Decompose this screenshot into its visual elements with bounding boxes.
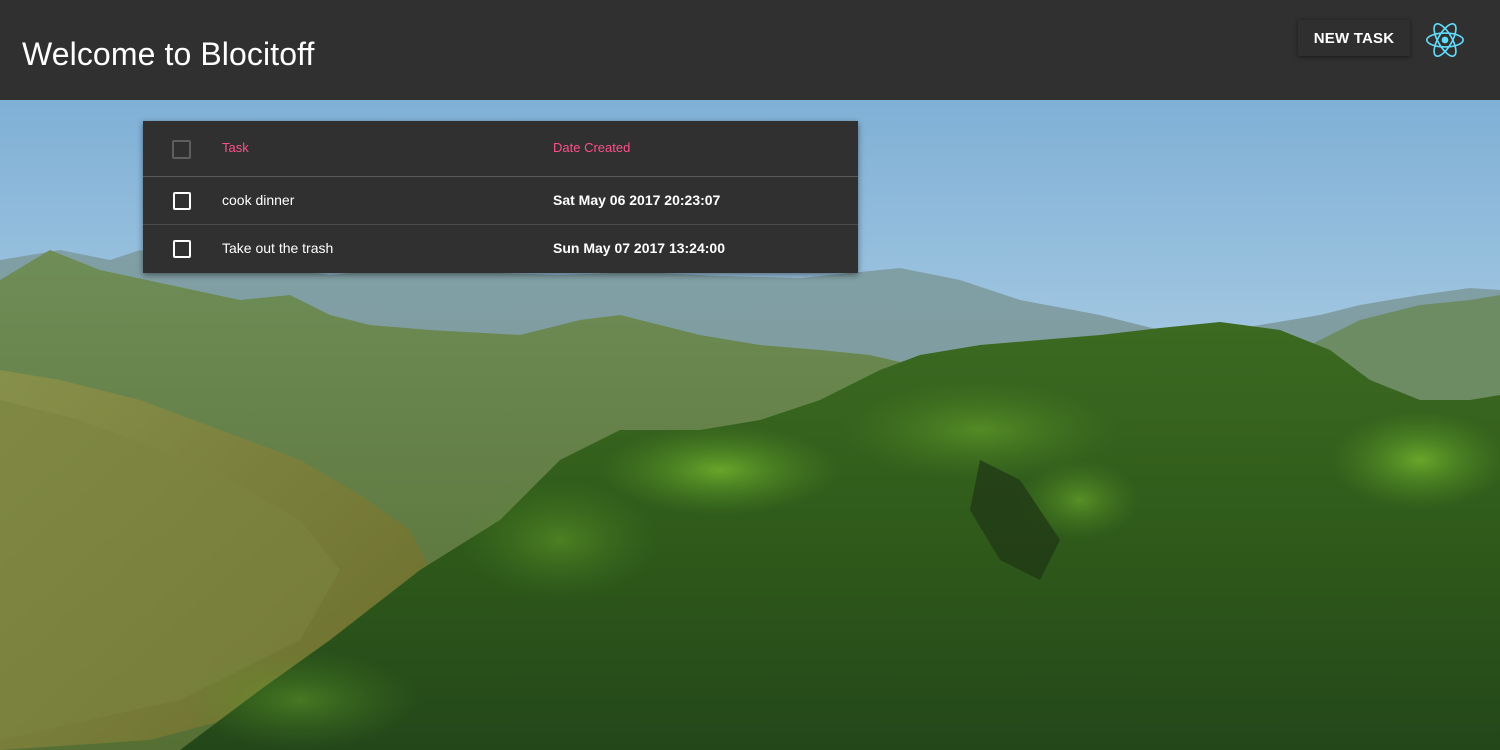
column-header-task[interactable]: Task (222, 140, 249, 155)
row-checkbox[interactable] (173, 192, 191, 210)
table-header-row: Task Date Created (143, 121, 858, 177)
table-row[interactable]: Take out the trash Sun May 07 2017 13:24… (143, 225, 858, 273)
task-name-cell: cook dinner (222, 192, 295, 208)
date-created-cell: Sun May 07 2017 13:24:00 (553, 240, 725, 256)
row-checkbox[interactable] (173, 240, 191, 258)
task-name-cell: Take out the trash (222, 240, 334, 256)
column-header-date-created[interactable]: Date Created (553, 140, 630, 155)
table-row[interactable]: cook dinner Sat May 06 2017 20:23:07 (143, 177, 858, 225)
app-header: Welcome to Blocitoff NEW TASK (0, 0, 1500, 100)
app-root: Welcome to Blocitoff NEW TASK Task Date … (0, 0, 1500, 750)
date-created-cell: Sat May 06 2017 20:23:07 (553, 192, 721, 208)
select-all-checkbox[interactable] (172, 140, 191, 159)
page-title: Welcome to Blocitoff (22, 36, 315, 72)
task-table: Task Date Created cook dinner Sat May 06… (143, 121, 858, 273)
new-task-button[interactable]: NEW TASK (1298, 20, 1410, 56)
react-atom-icon[interactable] (1426, 22, 1464, 58)
